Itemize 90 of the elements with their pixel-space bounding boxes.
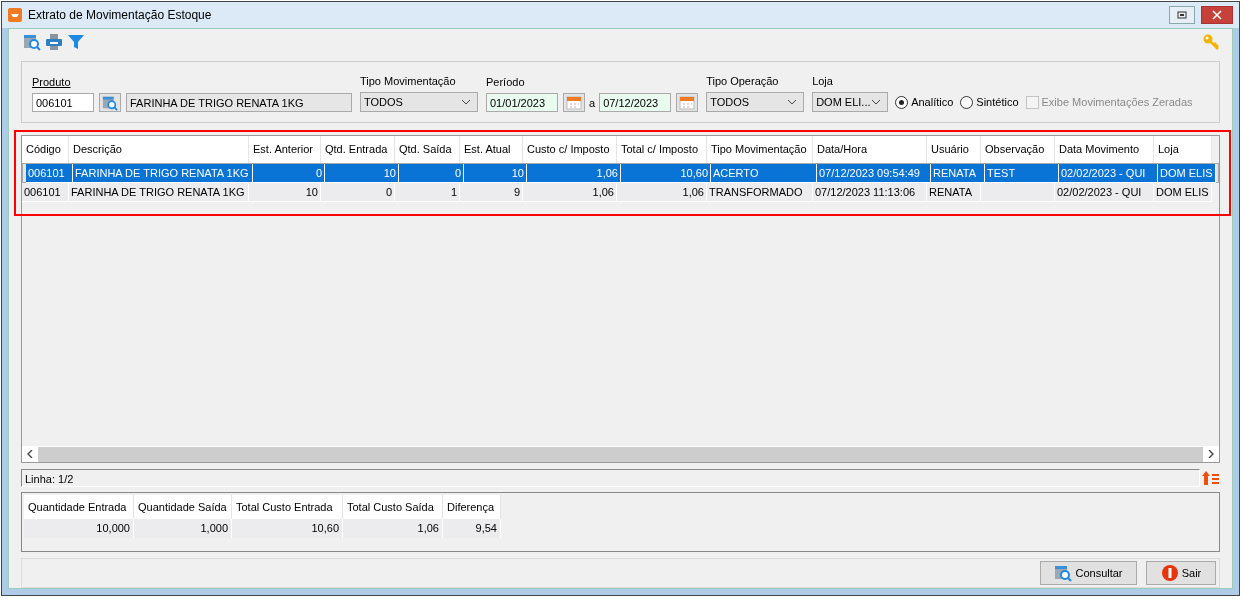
field-label: Período bbox=[486, 76, 526, 88]
summary-value: 10,000 bbox=[24, 519, 134, 538]
table-cell: 1,06 bbox=[527, 163, 621, 183]
summary-header: Quantidade Entrada bbox=[24, 495, 134, 519]
column-header[interactable]: Est. Atual bbox=[460, 136, 523, 163]
column-header[interactable]: Custo c/ Imposto bbox=[523, 136, 617, 163]
summary-header: Diferença bbox=[443, 495, 501, 519]
summary-header: Total Custo Saída bbox=[343, 495, 443, 519]
column-header[interactable]: Est. Anterior bbox=[249, 136, 321, 163]
column-header[interactable]: Descrição bbox=[69, 136, 249, 163]
product-description-field[interactable]: FARINHA DE TRIGO RENATA 1KG bbox=[126, 93, 352, 112]
table-cell: 1,06 bbox=[523, 183, 617, 202]
table-cell: 07/12/2023 11:13:06 bbox=[813, 183, 927, 202]
table-cell: 9 bbox=[460, 183, 523, 202]
field-label: Tipo Movimentação bbox=[360, 75, 457, 87]
date-separator: a bbox=[589, 96, 596, 109]
store-dropdown[interactable]: DOM ELI... bbox=[812, 92, 889, 112]
table-cell: 07/12/2023 09:54:49 bbox=[817, 163, 931, 183]
column-header[interactable]: Qtd. Entrada bbox=[321, 136, 395, 163]
table-cell: TEST bbox=[985, 163, 1059, 183]
column-header[interactable]: Qtd. Saída bbox=[395, 136, 460, 163]
chevron-down-icon bbox=[871, 99, 882, 105]
movement-type-dropdown[interactable]: TODOS bbox=[360, 92, 478, 112]
table-cell: 0 bbox=[399, 163, 464, 183]
table-cell: FARINHA DE TRIGO RENATA 1KG bbox=[73, 163, 253, 183]
search-icon[interactable] bbox=[23, 33, 41, 51]
field-label: Loja bbox=[812, 75, 834, 87]
power-icon bbox=[1160, 564, 1179, 582]
restore-icon bbox=[1177, 11, 1187, 19]
column-header[interactable]: Data/Hora bbox=[813, 136, 927, 163]
search-button[interactable]: Consultar bbox=[1040, 561, 1137, 585]
scroll-right-icon[interactable] bbox=[1208, 450, 1214, 458]
table-cell: RENATA bbox=[927, 183, 981, 202]
restore-button[interactable] bbox=[1169, 6, 1195, 24]
scroll-left-icon[interactable] bbox=[27, 450, 33, 458]
table-cell: 1 bbox=[395, 183, 460, 202]
table-cell: 0 bbox=[253, 163, 325, 183]
column-header[interactable]: Total c/ Imposto bbox=[617, 136, 707, 163]
summary-value: 9,54 bbox=[443, 519, 501, 538]
product-search-button[interactable] bbox=[99, 93, 121, 112]
summary-header: Quantidade Saída bbox=[134, 495, 232, 519]
column-header[interactable]: Tipo Movimentação bbox=[707, 136, 813, 163]
table-cell: TRANSFORMADO bbox=[707, 183, 813, 202]
window-title: Extrato de Movimentação Estoque bbox=[28, 8, 212, 22]
field-label: Produto bbox=[32, 76, 72, 88]
product-code-field[interactable]: 006101 bbox=[32, 93, 94, 112]
table-cell: ACERTO bbox=[711, 163, 817, 183]
table-cell: RENATA bbox=[931, 163, 985, 183]
horizontal-scrollbar[interactable] bbox=[22, 446, 1219, 462]
table-cell: 10 bbox=[249, 183, 321, 202]
table-cell: 10,60 bbox=[621, 163, 711, 183]
table-cell: 1,06 bbox=[617, 183, 707, 202]
mode-radio[interactable]: Analítico bbox=[895, 95, 954, 109]
summary-header: Total Custo Entrada bbox=[232, 495, 343, 519]
row-counter: Linha: 1/2 bbox=[21, 469, 1200, 487]
table-cell: FARINHA DE TRIGO RENATA 1KG bbox=[69, 183, 249, 202]
printer-icon[interactable] bbox=[45, 33, 63, 51]
sort-icon[interactable] bbox=[1202, 470, 1220, 486]
column-header[interactable]: Observação bbox=[981, 136, 1055, 163]
calendar-button[interactable] bbox=[563, 93, 585, 112]
table-cell: DOM ELIS bbox=[1154, 183, 1212, 202]
mode-radio[interactable]: Sintético bbox=[960, 95, 1019, 109]
table-cell: 02/02/2023 - QUI bbox=[1055, 183, 1154, 202]
calendar-button[interactable] bbox=[676, 93, 699, 112]
column-header[interactable]: Data Movimento bbox=[1055, 136, 1154, 163]
close-button[interactable] bbox=[1201, 6, 1233, 24]
exit-button[interactable]: Sair bbox=[1146, 561, 1216, 585]
column-header[interactable]: Usuário bbox=[927, 136, 981, 163]
operation-type-dropdown[interactable]: TODOS bbox=[706, 92, 805, 112]
field-label: Tipo Operação bbox=[706, 75, 780, 87]
filter-icon[interactable] bbox=[67, 33, 85, 51]
table-cell: 10 bbox=[325, 163, 399, 183]
chevron-down-icon bbox=[461, 99, 471, 105]
table-cell: 02/02/2023 - QUI bbox=[1059, 163, 1158, 183]
column-header[interactable]: Código bbox=[22, 136, 69, 163]
table-cell: DOM ELIS bbox=[1158, 163, 1216, 183]
table-cell: 0 bbox=[321, 183, 395, 202]
summary-value: 1,000 bbox=[134, 519, 232, 538]
table-cell: 10 bbox=[464, 163, 527, 183]
column-header[interactable]: Loja bbox=[1154, 136, 1212, 163]
summary-value: 1,06 bbox=[343, 519, 443, 538]
start-date-field[interactable]: 01/01/2023 bbox=[486, 93, 558, 112]
app-icon bbox=[8, 8, 22, 22]
chevron-down-icon bbox=[787, 99, 798, 105]
end-date-field[interactable]: 07/12/2023 bbox=[599, 93, 672, 112]
table-cell: 006101 bbox=[26, 163, 73, 183]
summary-value: 10,60 bbox=[232, 519, 343, 538]
search-icon bbox=[1054, 564, 1073, 582]
close-icon bbox=[1212, 10, 1222, 20]
table-cell: 006101 bbox=[22, 183, 69, 202]
